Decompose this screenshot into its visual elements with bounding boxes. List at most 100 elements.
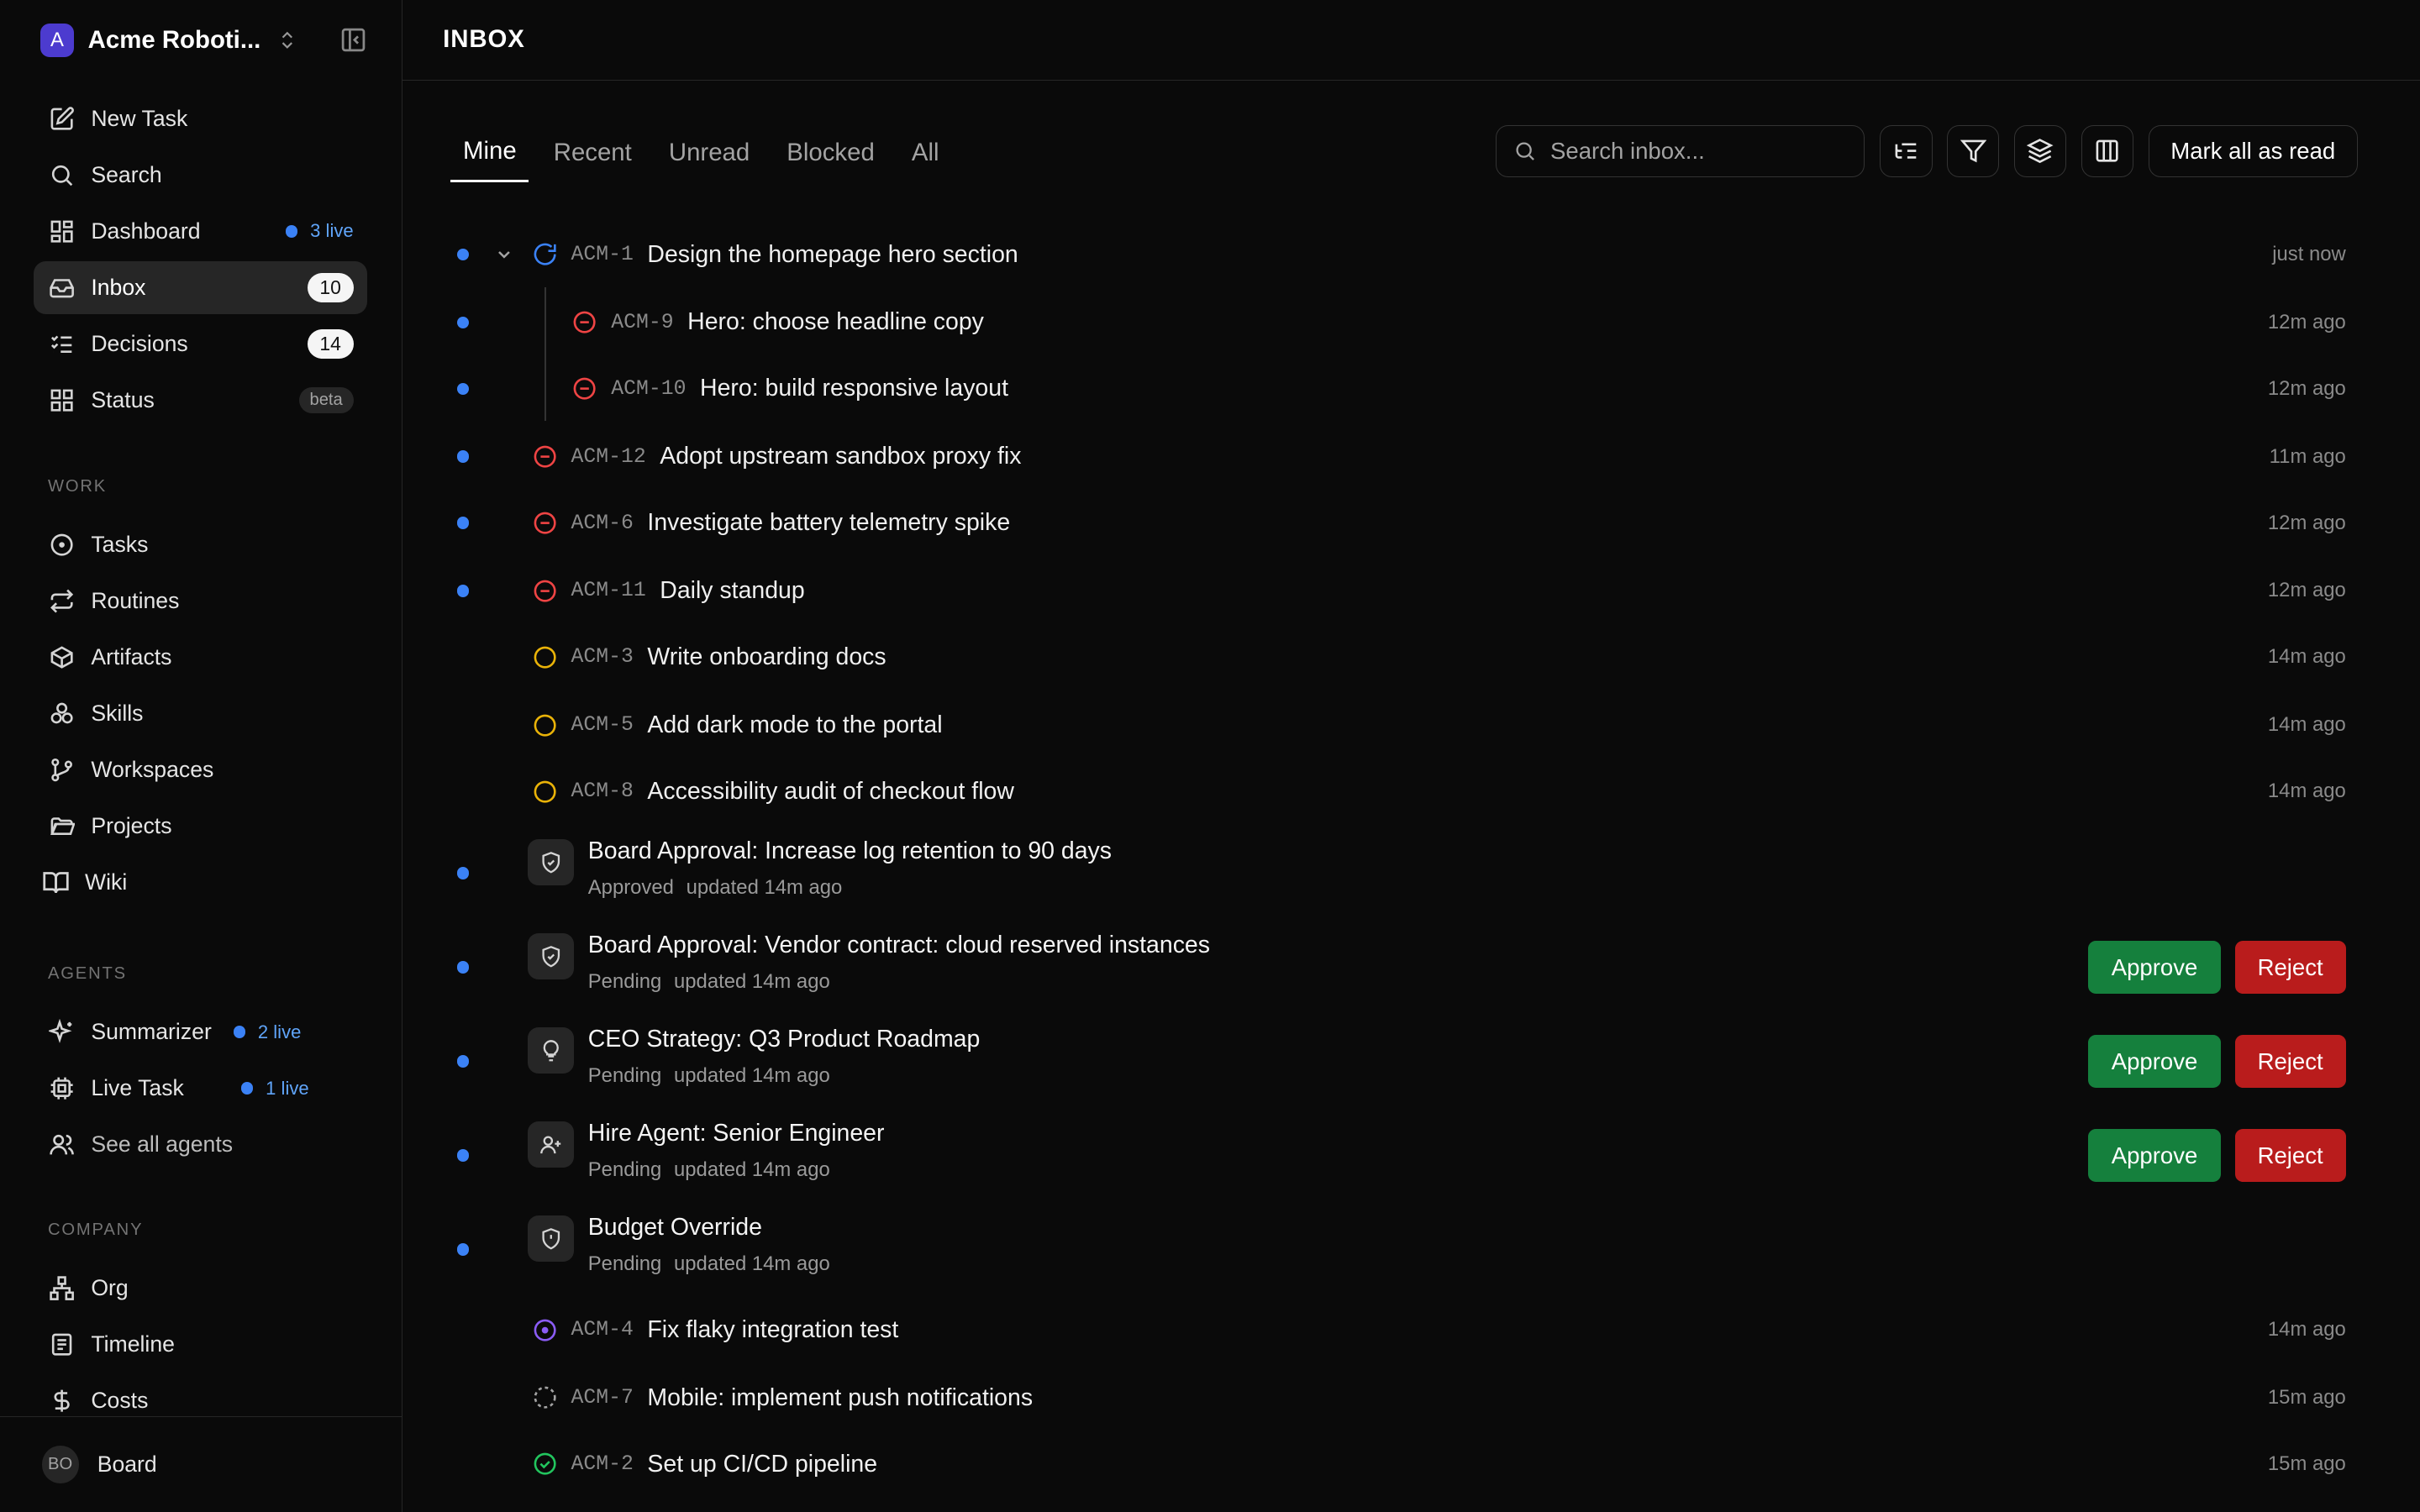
inbox-tabs: Mine Recent Unread Blocked All <box>450 123 964 182</box>
approval-title: Board Approval: Vendor contract: cloud r… <box>587 932 1210 959</box>
reject-button[interactable]: Reject <box>2234 941 2346 994</box>
nav-skills[interactable]: Skills <box>34 687 367 739</box>
list-item[interactable]: ACM-9 Hero: choose headline copy 12m ago <box>450 306 2346 339</box>
nav-artifacts[interactable]: Artifacts <box>34 631 367 683</box>
approval-item[interactable]: CEO Strategy: Q3 Product Roadmap Pending… <box>450 1026 2346 1098</box>
nav-status[interactable]: Status beta <box>34 374 367 426</box>
nav-label: Status <box>91 386 155 412</box>
nav-label: Skills <box>91 700 144 726</box>
item-id: ACM-8 <box>571 780 634 804</box>
file-text-icon <box>48 1331 76 1358</box>
approval-item[interactable]: Board Approval: Vendor contract: cloud r… <box>450 932 2346 1004</box>
item-time: 14m ago <box>2267 713 2346 737</box>
group-button[interactable] <box>2013 124 2067 178</box>
book-open-icon <box>42 869 70 896</box>
reject-button[interactable]: Reject <box>2234 1035 2346 1088</box>
collapse-sidebar-icon[interactable] <box>339 26 367 54</box>
list-item[interactable]: ACM-10 Hero: build responsive layout 12m… <box>450 372 2346 406</box>
nav-tasks[interactable]: Tasks <box>34 518 367 570</box>
nav-agent-live-task[interactable]: Live Task 1 live <box>34 1063 367 1115</box>
approval-updated: updated 14m ago <box>674 1252 830 1276</box>
nav-projects[interactable]: Projects <box>34 800 367 852</box>
chevron-down-icon[interactable] <box>494 244 514 265</box>
nav-org[interactable]: Org <box>34 1262 367 1314</box>
approval-item[interactable]: Budget Override Pending updated 14m ago <box>450 1214 2345 1286</box>
list-item[interactable]: ACM-6 Investigate battery telemetry spik… <box>450 506 2346 539</box>
nav-label: Dashboard <box>91 218 201 244</box>
approve-button[interactable]: Approve <box>2088 1129 2221 1182</box>
item-time: 14m ago <box>2267 645 2346 669</box>
sparkles-icon <box>48 1018 76 1046</box>
approve-button[interactable]: Approve <box>2088 1035 2221 1088</box>
approval-meta: Pending updated 14m ago <box>588 970 843 994</box>
reject-button[interactable]: Reject <box>2234 1129 2346 1182</box>
nav-label: Timeline <box>91 1331 175 1357</box>
user-footer[interactable]: BO Board <box>0 1416 402 1512</box>
list-item[interactable]: ACM-3 Write onboarding docs 14m ago <box>450 640 2346 674</box>
nav-agent-summarizer[interactable]: Summarizer 2 live <box>34 1006 367 1058</box>
unread-dot <box>456 1149 470 1162</box>
mark-all-read-button[interactable]: Mark all as read <box>2148 124 2358 178</box>
user-plus-icon <box>528 1121 575 1168</box>
item-time: 14m ago <box>2267 1318 2346 1341</box>
lightbulb-icon <box>528 1027 575 1074</box>
pencil-square-icon <box>48 105 76 133</box>
user-name: Board <box>97 1452 157 1478</box>
unread-dot <box>456 585 470 597</box>
unread-dot <box>456 316 470 329</box>
nav-search[interactable]: Search <box>34 149 367 201</box>
nav-timeline[interactable]: Timeline <box>34 1318 367 1370</box>
approve-button[interactable]: Approve <box>2088 941 2221 994</box>
item-title: Accessibility audit of checkout flow <box>647 777 1014 805</box>
filter-button[interactable] <box>1946 124 2000 178</box>
list-item[interactable]: ACM-8 Accessibility audit of checkout fl… <box>450 774 2346 808</box>
list-item[interactable]: ACM-7 Mobile: implement push notificatio… <box>450 1381 2346 1415</box>
todo-icon <box>531 778 559 806</box>
columns-button[interactable] <box>2081 124 2134 178</box>
list-item[interactable]: ACM-11 Daily standup 12m ago <box>450 574 2346 607</box>
tab-unread[interactable]: Unread <box>656 123 762 182</box>
item-id: ACM-5 <box>571 713 634 738</box>
workspace-name: Acme Roboti... <box>87 25 261 54</box>
nav-dashboard[interactable]: Dashboard 3 live <box>34 205 367 257</box>
live-count: 3 live <box>310 220 354 242</box>
approval-state: Pending <box>587 1064 662 1088</box>
item-title: Adopt upstream sandbox proxy fix <box>660 443 1022 470</box>
list-item[interactable]: ACM-1 Design the homepage hero section j… <box>450 238 2346 271</box>
nav-label: New Task <box>91 105 188 131</box>
list-item[interactable]: ACM-12 Adopt upstream sandbox proxy fix … <box>450 439 2346 473</box>
tab-all[interactable]: All <box>899 123 951 182</box>
blocked-icon <box>531 509 559 537</box>
tab-mine[interactable]: Mine <box>450 123 529 182</box>
nav-wiki[interactable]: Wiki <box>34 856 367 908</box>
tab-recent[interactable]: Recent <box>541 123 644 182</box>
nav-routines[interactable]: Routines <box>34 575 367 627</box>
workspace-switcher[interactable]: A Acme Roboti... <box>39 22 367 59</box>
nav-decisions[interactable]: Decisions 14 <box>34 318 367 370</box>
unread-dot <box>456 248 470 261</box>
list-item[interactable]: ACM-5 Add dark mode to the portal 14m ag… <box>450 708 2346 742</box>
list-item[interactable]: ACM-4 Fix flaky integration test 14m ago <box>450 1313 2346 1347</box>
nav-see-all-agents[interactable]: See all agents <box>34 1119 367 1171</box>
nav-new-task[interactable]: New Task <box>34 92 367 144</box>
nested-view-button[interactable] <box>1880 124 1933 178</box>
nav-workspaces[interactable]: Workspaces <box>34 743 367 795</box>
item-time: just now <box>2272 243 2346 266</box>
tab-blocked[interactable]: Blocked <box>775 123 887 182</box>
item-title: Set up CI/CD pipeline <box>647 1450 878 1478</box>
backlog-icon <box>531 1384 559 1412</box>
item-title: Fix flaky integration test <box>647 1315 899 1343</box>
nav-label: Inbox <box>91 274 146 300</box>
boxes-icon <box>48 700 76 727</box>
inbox-toolbar: Mark all as read <box>1495 124 2358 178</box>
list-item[interactable]: ACM-2 Set up CI/CD pipeline 15m ago <box>450 1447 2346 1481</box>
in-progress-icon <box>531 241 559 269</box>
item-id: ACM-11 <box>571 579 646 603</box>
search-input[interactable] <box>1550 137 1844 165</box>
layers-icon <box>2027 138 2054 164</box>
approval-item[interactable]: Board Approval: Increase log retention t… <box>450 837 2345 910</box>
nav-label: Projects <box>91 812 172 838</box>
approval-item[interactable]: Hire Agent: Senior Engineer Pending updat… <box>450 1120 2346 1192</box>
list-checks-icon <box>48 330 76 358</box>
nav-inbox[interactable]: Inbox 10 <box>34 261 368 314</box>
